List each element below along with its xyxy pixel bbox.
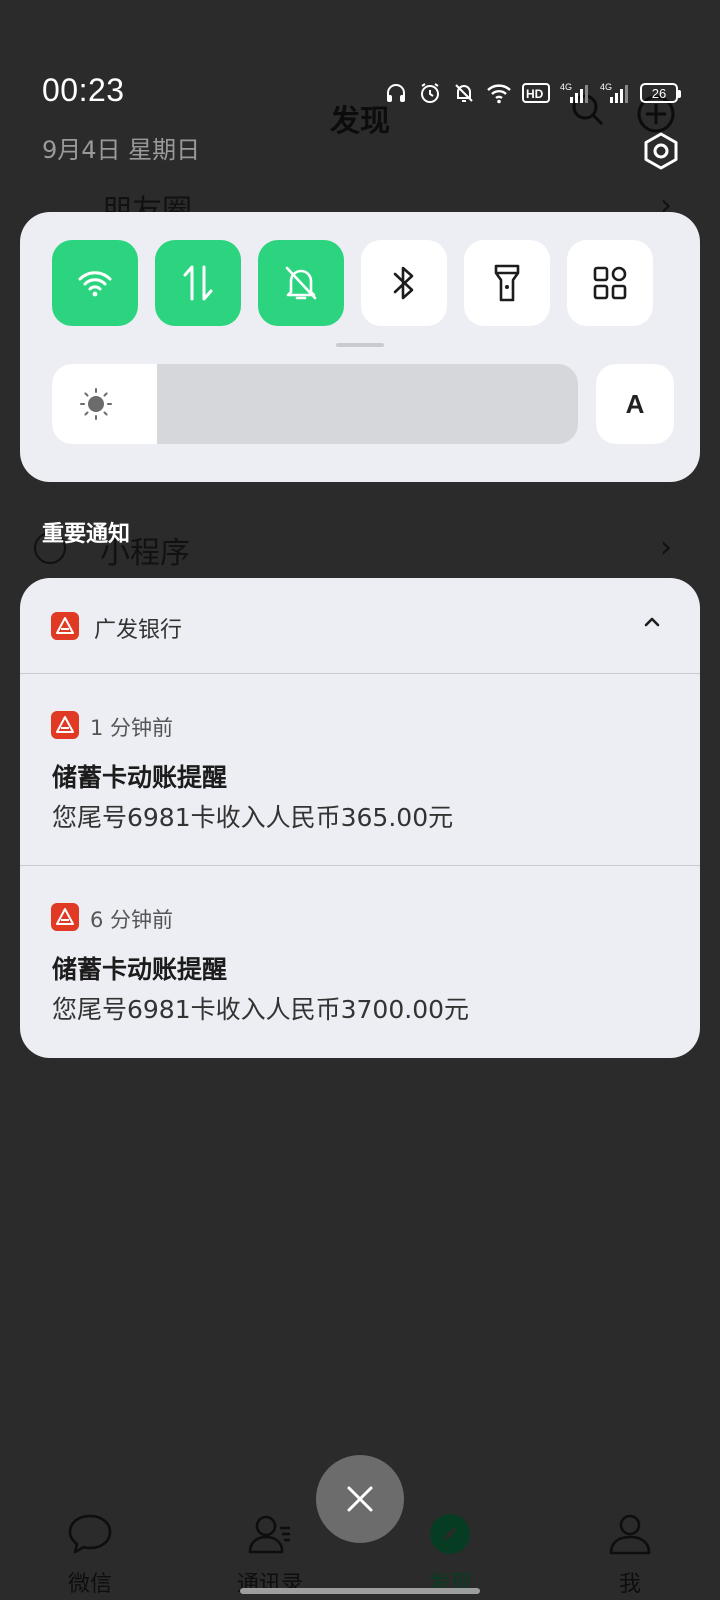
bank-logo-icon	[56, 908, 74, 925]
tab-me[interactable]: 我	[570, 1510, 690, 1597]
tab-label: 我	[618, 1572, 641, 1597]
alarm-icon	[421, 83, 439, 103]
auto-brightness-button[interactable]: A	[596, 364, 674, 444]
compass-icon	[430, 1514, 470, 1554]
bank-logo-icon	[56, 617, 74, 634]
tab-contacts[interactable]: 通讯录	[210, 1510, 330, 1597]
notification-item[interactable]: 1 分钟前 储蓄卡动账提醒 您尾号6981卡收入人民币365.00元	[20, 674, 700, 866]
bank-app-icon	[51, 612, 79, 640]
grid-icon	[593, 266, 627, 300]
bank-logo-icon	[56, 716, 74, 733]
cell-signal-icon: 4G	[600, 82, 628, 103]
flashlight-toggle[interactable]	[464, 240, 550, 326]
notification-item[interactable]: 6 分钟前 储蓄卡动账提醒 您尾号6981卡收入人民币3700.00元	[20, 866, 700, 1058]
quick-settings-panel: A	[20, 212, 700, 482]
clear-notifications-button[interactable]	[316, 1455, 404, 1543]
network-type-2: 4G	[600, 82, 612, 92]
cell-signal-icon: 4G	[560, 82, 588, 103]
notification-app-name: 广发银行	[94, 618, 183, 643]
screen: 发现 朋友圈 › 小程序 › 00:23 9月4日 星期日	[0, 0, 720, 1600]
bell-off-icon	[285, 266, 317, 300]
panel-drag-handle[interactable]	[336, 343, 384, 347]
sun-icon	[80, 388, 112, 420]
notification-body: 您尾号6981卡收入人民币3700.00元	[52, 995, 470, 1024]
hd-voice-icon: HD	[522, 83, 550, 103]
wifi-icon	[487, 84, 511, 104]
battery-indicator: 26	[640, 83, 681, 103]
brightness-slider[interactable]	[52, 364, 578, 444]
network-type-1: 4G	[560, 82, 572, 92]
chevron-right-icon: ›	[660, 530, 672, 565]
headphones-icon	[387, 84, 405, 102]
wifi-icon	[78, 271, 112, 297]
notification-body: 您尾号6981卡收入人民币365.00元	[52, 803, 454, 832]
wifi-toggle[interactable]	[52, 240, 138, 326]
do-not-disturb-toggle[interactable]	[258, 240, 344, 326]
bluetooth-icon	[393, 266, 414, 300]
person-icon	[609, 1514, 651, 1555]
hd-badge: HD	[526, 87, 544, 101]
tab-chats[interactable]: 微信	[30, 1510, 150, 1597]
notification-group[interactable]: 广发银行 1 分钟前 储蓄卡动账提醒 您尾号6981卡收入人民币365.00元	[20, 578, 700, 1058]
bluetooth-toggle[interactable]	[361, 240, 447, 326]
contacts-icon	[248, 1515, 290, 1554]
more-tiles-toggle[interactable]	[567, 240, 653, 326]
notification-time: 6 分钟前	[90, 908, 174, 932]
data-transfer-icon	[183, 265, 213, 301]
notification-app-header[interactable]: 广发银行	[20, 578, 700, 674]
flashlight-icon	[494, 264, 520, 302]
settings-icon[interactable]	[642, 132, 680, 170]
mobile-data-toggle[interactable]	[155, 240, 241, 326]
tab-discover[interactable]: 发现	[390, 1510, 510, 1597]
close-icon	[347, 1486, 373, 1512]
home-indicator[interactable]	[240, 1588, 480, 1594]
notification-time: 1 分钟前	[90, 716, 174, 740]
notifications-section-title: 重要通知	[42, 522, 131, 547]
bell-off-icon	[455, 84, 473, 102]
bank-app-icon	[51, 711, 79, 739]
status-time: 00:23	[42, 72, 125, 108]
notification-title: 储蓄卡动账提醒	[52, 763, 228, 792]
chevron-up-icon[interactable]	[638, 608, 666, 636]
notification-title: 储蓄卡动账提醒	[52, 955, 228, 984]
chat-bubble-icon	[68, 1514, 112, 1554]
tab-label: 微信	[67, 1572, 112, 1597]
bank-app-icon	[51, 903, 79, 931]
status-icons: HD 4G 4G 26	[384, 78, 681, 108]
status-date: 9月4日 星期日	[42, 136, 201, 164]
